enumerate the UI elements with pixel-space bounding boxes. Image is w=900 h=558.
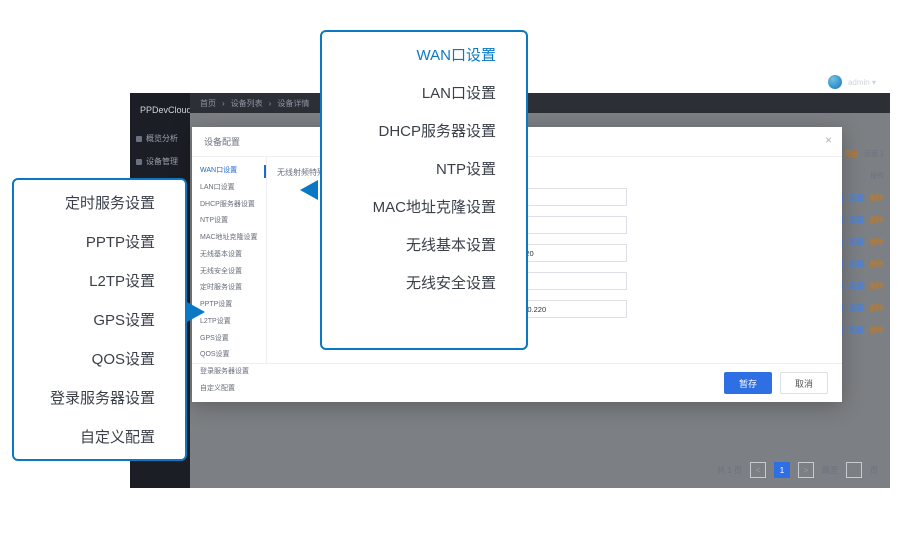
ghost-link[interactable]: 删除 (870, 259, 884, 269)
callout-item: 自定义配置 (80, 426, 155, 447)
user-menu[interactable]: admin ▾ (828, 75, 876, 89)
ghost-link[interactable]: 配置 (850, 259, 864, 269)
ghost-link[interactable]: 配置 (850, 237, 864, 247)
ghost-text: 页面 1 (864, 149, 884, 159)
cancel-button[interactable]: 取消 (780, 372, 828, 394)
device-icon (136, 159, 142, 165)
ghost-link[interactable]: 配置 (850, 325, 864, 335)
ghost-link[interactable]: 删除 (870, 193, 884, 203)
callout-item: QOS设置 (92, 348, 155, 369)
chevron-right-icon: › (269, 99, 272, 108)
sidebar-item-label: 设备管理 (146, 156, 178, 167)
modal-nav: WAN口设置LAN口设置DHCP服务器设置NTP设置MAC地址克隆设置无线基本设… (192, 157, 267, 363)
modal-nav-item[interactable]: 自定义配置 (192, 381, 266, 398)
callout-item: WAN口设置 (417, 44, 496, 65)
modal-title: 设备配置 (204, 137, 240, 147)
pager-page-suffix: 页 (870, 465, 878, 476)
modal-nav-item[interactable]: 定时服务设置 (192, 280, 266, 297)
ghost-link[interactable]: 删除 (870, 281, 884, 291)
modal-nav-item[interactable]: GPS设置 (192, 331, 266, 348)
modal-nav-item[interactable]: MAC地址克隆设置 (192, 230, 266, 247)
callout-item: 登录服务器设置 (50, 387, 155, 408)
callout-left: 定时服务设置 PPTP设置 L2TP设置 GPS设置 QOS设置登录服务器设置自定义配置 (12, 178, 187, 461)
pager-total: 共 1 页 (717, 465, 742, 476)
ghost-link[interactable]: 导出 (844, 149, 858, 159)
user-label: admin ▾ (848, 78, 876, 87)
ghost-column-header: 操作 (870, 171, 884, 181)
sidebar-item-overview[interactable]: 概览分析 (130, 127, 190, 150)
avatar-icon (828, 75, 842, 89)
pager-page-button[interactable]: 1 (774, 462, 790, 478)
ghost-link[interactable]: 删除 (870, 325, 884, 335)
pager-jump-input[interactable] (846, 462, 862, 478)
modal-nav-item[interactable]: NTP设置 (192, 213, 266, 230)
close-icon[interactable]: × (825, 133, 832, 147)
ghost-link[interactable]: 删除 (870, 303, 884, 313)
modal-nav-item[interactable]: 无线基本设置 (192, 247, 266, 264)
callout-item: LAN口设置 (422, 82, 496, 103)
callout-item: 无线安全设置 (406, 272, 496, 293)
callout-item: DHCP服务器设置 (378, 120, 496, 141)
app-brand: PPDevCloud (130, 97, 190, 127)
callout-item: NTP设置 (436, 158, 496, 179)
modal-nav-item[interactable]: DHCP服务器设置 (192, 197, 266, 214)
pager-next-button[interactable]: > (798, 462, 814, 478)
ghost-link[interactable]: 删除 (870, 237, 884, 247)
modal-nav-item[interactable]: LAN口设置 (192, 180, 266, 197)
chart-icon (136, 136, 142, 142)
sidebar-item-label: 概览分析 (146, 133, 178, 144)
chevron-right-icon: › (222, 99, 225, 108)
breadcrumb: 首页 › 设备列表 › 设备详情 (190, 93, 890, 113)
ghost-link[interactable]: 配置 (850, 303, 864, 313)
modal-footer: 暂存 取消 (192, 363, 842, 402)
callout-item: MAC地址克隆设置 (373, 196, 496, 217)
modal-nav-item[interactable]: 登录服务器设置 (192, 364, 266, 381)
breadcrumb-item[interactable]: 首页 (200, 98, 216, 109)
ghost-link[interactable]: 配置 (850, 193, 864, 203)
callout-top: WAN口设置 LAN口设置 DHCP服务器设置 NTP设置 MAC地址克隆设置无线基本设… (320, 30, 528, 350)
breadcrumb-item: 设备详情 (277, 98, 309, 109)
breadcrumb-item[interactable]: 设备列表 (231, 98, 263, 109)
brand-text: PPDevCloud (140, 105, 192, 115)
modal-nav-item[interactable]: WAN口设置 (192, 163, 266, 180)
arrow-left-icon (300, 180, 318, 200)
modal-nav-item[interactable]: 无线安全设置 (192, 264, 266, 281)
ghost-link[interactable]: 删除 (870, 215, 884, 225)
pager-prev-button[interactable]: < (750, 462, 766, 478)
pager-jump-label: 跳至 (822, 465, 838, 476)
arrow-right-icon (187, 302, 205, 322)
save-button[interactable]: 暂存 (724, 372, 772, 394)
sidebar-item-devices[interactable]: 设备管理 (130, 150, 190, 173)
callout-item: 无线基本设置 (406, 234, 496, 255)
callout-item: L2TP设置 (89, 270, 155, 291)
pagination: 共 1 页 < 1 > 跳至 页 (717, 462, 878, 478)
modal-nav-item[interactable]: QOS设置 (192, 347, 266, 364)
callout-item: PPTP设置 (86, 231, 155, 252)
ghost-link[interactable]: 配置 (850, 215, 864, 225)
callout-item: 定时服务设置 (65, 192, 155, 213)
callout-item: GPS设置 (93, 309, 155, 330)
ghost-link[interactable]: 配置 (850, 281, 864, 291)
